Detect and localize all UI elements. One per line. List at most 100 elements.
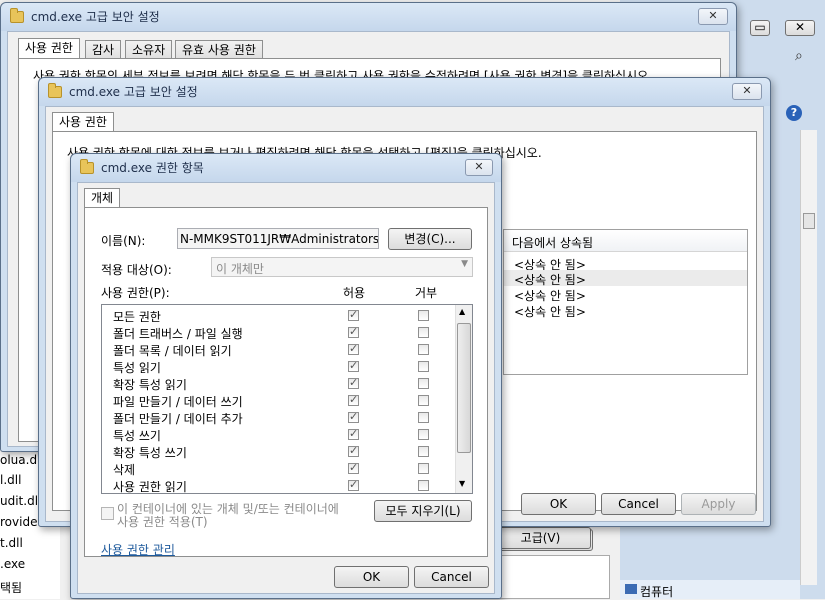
cancel-button[interactable]: Cancel [601, 493, 676, 515]
scrollbar-thumb[interactable] [457, 323, 471, 453]
computer-label: 컴퓨터 [640, 585, 674, 599]
chevron-down-icon: ▼ [461, 259, 468, 269]
search-icon[interactable]: ⌕ [795, 48, 803, 64]
deny-checkbox[interactable] [418, 378, 429, 389]
close-button[interactable]: ✕ [698, 8, 728, 25]
permission-row[interactable]: 모든 권한 [102, 307, 452, 324]
permission-row[interactable]: 특성 쓰기 [102, 426, 452, 443]
deny-checkbox[interactable] [418, 310, 429, 321]
allow-checkbox[interactable] [348, 478, 359, 491]
change-button[interactable]: 변경(C)... [388, 228, 472, 250]
allow-checkbox[interactable] [348, 427, 359, 440]
manage-permissions-link[interactable]: 사용 권한 관리 [101, 541, 175, 558]
ok-button[interactable]: OK [334, 566, 409, 588]
computer-icon [625, 584, 637, 594]
background-list-strip [500, 555, 610, 599]
permissions-list[interactable]: 모든 권한폴더 트래버스 / 파일 실행폴더 목록 / 데이터 읽기특성 읽기확… [101, 304, 473, 494]
apply-to-select[interactable]: 이 개체만 ▼ [211, 257, 473, 277]
allow-checkbox[interactable] [348, 461, 359, 474]
tab-effective-permissions[interactable]: 유효 사용 권한 [175, 40, 263, 58]
permission-row[interactable]: 폴더 만들기 / 데이터 추가 [102, 409, 452, 426]
advanced-button[interactable]: 고급(V) [490, 527, 591, 549]
permission-row[interactable]: 삭제 [102, 460, 452, 477]
permission-row[interactable]: 특성 읽기 [102, 358, 452, 375]
permission-row[interactable]: 사용 권한 읽기 [102, 477, 452, 493]
deny-checkbox[interactable] [418, 395, 429, 406]
allow-checkbox[interactable] [348, 325, 359, 338]
allow-checkbox[interactable] [348, 444, 359, 457]
permission-name: 파일 만들기 / 데이터 쓰기 [113, 395, 243, 409]
close-button[interactable]: ✕ [732, 83, 762, 100]
allow-checkbox[interactable] [348, 393, 359, 406]
deny-checkbox[interactable] [418, 327, 429, 338]
deny-checkbox[interactable] [418, 412, 429, 423]
list-item[interactable]: udit.dll [0, 494, 41, 508]
list-item[interactable]: t.dll [0, 536, 23, 550]
window-title: cmd.exe 고급 보안 설정 [31, 10, 160, 24]
deny-checkbox[interactable] [418, 429, 429, 440]
permission-row[interactable]: 확장 특성 쓰기 [102, 443, 452, 460]
deny-column-header: 거부 [415, 286, 438, 300]
table-cell[interactable]: <상속 안 됨> [514, 271, 586, 288]
scrollbar[interactable]: ▲ ▼ [455, 305, 472, 493]
window-title: cmd.exe 고급 보안 설정 [69, 85, 198, 99]
allow-checkbox[interactable] [348, 376, 359, 389]
close-button[interactable]: ✕ [785, 20, 815, 36]
allow-checkbox[interactable] [348, 359, 359, 372]
permission-name: 확장 특성 읽기 [113, 378, 187, 392]
permission-entry-window: cmd.exe 권한 항목 ✕ 개체 이름(N): N-MMK9ST011JR₩… [70, 153, 502, 599]
folder-icon [80, 159, 94, 174]
table-cell[interactable]: <상속 안 됨> [514, 287, 586, 304]
deny-checkbox[interactable] [418, 361, 429, 372]
minimize-button[interactable]: ▭ [750, 20, 770, 36]
inherit-checkbox-label: 이 컨테이너에 있는 개체 및/또는 컨테이너에 사용 권한 적용(T) [117, 502, 339, 529]
permission-name: 특성 쓰기 [113, 429, 161, 443]
allow-checkbox[interactable] [348, 342, 359, 355]
table-cell[interactable]: <상속 안 됨> [514, 303, 586, 320]
folder-icon [48, 83, 62, 98]
name-field[interactable]: N-MMK9ST011JR₩Administrators) [177, 228, 379, 249]
permission-row[interactable]: 폴더 목록 / 데이터 읽기 [102, 341, 452, 358]
allow-checkbox[interactable] [348, 308, 359, 321]
permission-name: 삭제 [113, 463, 136, 477]
deny-checkbox[interactable] [418, 463, 429, 474]
permission-name: 폴더 트래버스 / 파일 실행 [113, 327, 243, 341]
inherit-checkbox[interactable] [101, 507, 114, 520]
window-client: 개체 이름(N): N-MMK9ST011JR₩Administrators) … [77, 182, 495, 594]
list-item[interactable]: .exe [0, 557, 25, 571]
apply-button[interactable]: Apply [681, 493, 756, 515]
permission-row[interactable]: 확장 특성 읽기 [102, 375, 452, 392]
scroll-up-icon[interactable]: ▲ [459, 307, 465, 316]
close-button[interactable]: ✕ [465, 159, 493, 176]
permission-name: 특성 읽기 [113, 361, 161, 375]
ok-button[interactable]: OK [521, 493, 596, 515]
status-text: 택됨 [0, 581, 23, 595]
column-header-inherited-from[interactable]: 다음에서 상속됨 [504, 230, 747, 252]
tab-panel: 이름(N): N-MMK9ST011JR₩Administrators) 변경(… [84, 207, 488, 557]
scroll-down-icon[interactable]: ▼ [459, 479, 465, 488]
deny-checkbox[interactable] [418, 446, 429, 457]
list-item[interactable]: rovider [0, 515, 42, 529]
allow-checkbox[interactable] [348, 410, 359, 423]
list-item[interactable]: l.dll [0, 473, 21, 487]
tab-object[interactable]: 개체 [84, 188, 121, 208]
scrollbar[interactable] [800, 130, 817, 585]
tab-permissions[interactable]: 사용 권한 [18, 38, 80, 58]
permission-row[interactable]: 폴더 트래버스 / 파일 실행 [102, 324, 452, 341]
apply-to-label: 적용 대상(O): [101, 263, 172, 277]
help-icon[interactable]: ? [786, 105, 802, 121]
deny-checkbox[interactable] [418, 480, 429, 491]
clear-all-button[interactable]: 모두 지우기(L) [374, 500, 472, 522]
permission-entries-table[interactable]: 다음에서 상속됨 <상속 안 됨> <상속 안 됨> <상속 안 됨> <상속 … [503, 229, 748, 375]
window-title: cmd.exe 권한 항목 [101, 161, 204, 175]
permission-name: 폴더 만들기 / 데이터 추가 [113, 412, 243, 426]
tab-audit[interactable]: 감사 [85, 40, 122, 58]
tab-permissions[interactable]: 사용 권한 [52, 112, 114, 132]
permissions-label: 사용 권한(P): [101, 286, 170, 300]
permission-name: 모든 권한 [113, 310, 161, 324]
tab-owner[interactable]: 소유자 [125, 40, 173, 58]
permission-row[interactable]: 파일 만들기 / 데이터 쓰기 [102, 392, 452, 409]
deny-checkbox[interactable] [418, 344, 429, 355]
permission-name: 폴더 목록 / 데이터 읽기 [113, 344, 232, 358]
cancel-button[interactable]: Cancel [414, 566, 489, 588]
